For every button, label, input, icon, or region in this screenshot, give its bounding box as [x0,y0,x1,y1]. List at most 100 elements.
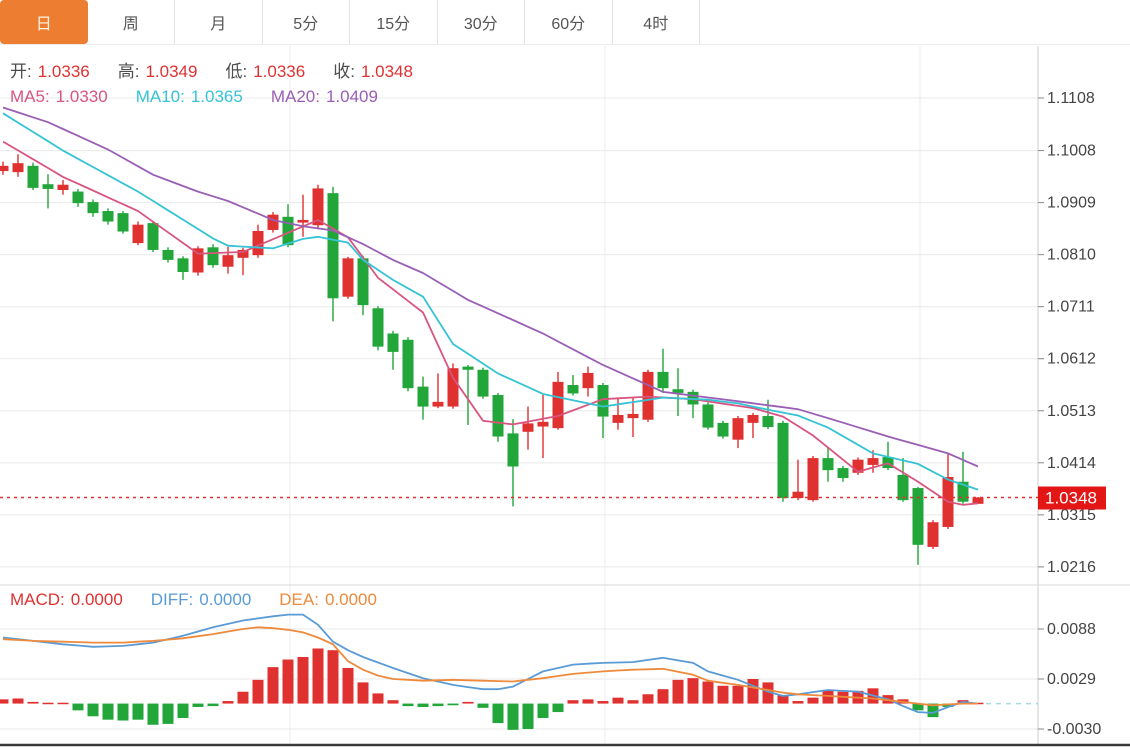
candle-body [703,404,714,427]
candle-body [748,415,759,423]
macd-bar [688,678,699,703]
candle-body [28,166,39,188]
price-axis-label: 1.0414 [1047,455,1096,472]
tab-timeframe-0[interactable]: 日 [0,0,88,44]
legend-label: MA10: [136,87,185,106]
tab-timeframe-3[interactable]: 5分 [263,0,351,44]
macd-bar [103,704,114,720]
tab-timeframe-4[interactable]: 15分 [350,0,438,44]
candle-body [508,433,519,466]
candle-body [148,223,159,250]
macd-bar [403,704,414,707]
legend-label: 高: [118,62,140,81]
legend-label: 收: [333,62,355,81]
legend-item: 收:1.0348 [333,62,419,81]
macd-bar [493,704,504,723]
macd-bar [73,704,84,711]
candle-body [808,458,819,500]
candle-body [868,458,879,465]
candle-body [778,423,789,498]
price-axis: 1.11081.10081.09091.08101.07111.06121.05… [1038,90,1101,738]
legend-value: 1.0336 [38,62,90,81]
macd-bar [43,703,54,705]
legend-item: DIFF:0.0000 [151,590,258,609]
macd-bar [178,704,189,718]
ma5-line [3,142,978,505]
macd-bar [388,700,399,703]
candle-body [88,202,99,213]
candle-body [373,308,384,346]
candle-body [433,402,444,407]
price-axis-label: 1.0711 [1047,299,1095,316]
candle-body [838,468,849,478]
macd-bar [418,704,429,707]
candle-body [568,385,579,393]
macd-bar [508,704,519,730]
candle-body [658,372,669,388]
macd-bar [808,698,819,704]
legend-item: MA20:1.0409 [271,87,384,106]
legend-label: MACD: [10,590,65,609]
legend-item: MA5:1.0330 [10,87,114,106]
macd-bar [478,704,489,708]
macd-bar [223,701,234,704]
candle-body [448,368,459,406]
candle-body [913,488,924,545]
macd-bar [748,679,759,704]
macd-bar [733,686,744,704]
ma-legend: MA5:1.0330 MA10: 1.0365 MA20:1.0409 [10,87,406,107]
macd-bar [343,668,354,704]
macd-bar [13,698,24,703]
macd-axis-label: -0.0030 [1047,721,1101,738]
legend-item: DEA: 0.0000 [279,590,383,609]
legend-item: MA10: 1.0365 [136,87,249,106]
legend-label: DEA: [279,590,319,609]
legend-item: MACD:0.0000 [10,590,129,609]
tab-timeframe-5[interactable]: 30分 [438,0,526,44]
macd-bar [253,680,264,704]
legend-value: 1.0365 [191,87,243,106]
legend-value: 1.0409 [326,87,378,106]
price-axis-label: 1.0612 [1047,351,1096,368]
candle-body [298,220,309,223]
price-axis-label: 1.1108 [1047,90,1095,107]
tab-timeframe-1[interactable]: 周 [88,0,176,44]
candle-body [328,193,339,298]
macd-bar [613,698,624,704]
tab-timeframe-2[interactable]: 月 [175,0,263,44]
kline-chart-app: 日周月5分15分30分60分4时 开:1.0336高:1.0349低:1.033… [0,0,1130,747]
current-price-text: 1.0348 [1045,489,1097,508]
candle-body [463,367,474,370]
candle-body [208,247,219,265]
legend-value: 0.0000 [325,590,377,609]
macd-bar [163,704,174,724]
candle-body [343,258,354,296]
candlestick-chart[interactable]: 1.11081.10081.09091.08101.07111.06121.05… [0,0,1130,747]
candles-layer [0,154,984,565]
macd-bar [643,694,654,703]
candle-body [133,225,144,243]
macd-bar [358,682,369,703]
tab-timeframe-7[interactable]: 4时 [613,0,701,44]
macd-bar [463,702,474,704]
macd-bar [328,650,339,703]
macd-bar [133,704,144,720]
macd-bar [568,700,579,703]
price-axis-label: 1.0216 [1047,559,1096,576]
timeframe-tabbar: 日周月5分15分30分60分4时 [0,0,1130,45]
macd-bar [118,704,129,721]
legend-label: 低: [225,62,247,81]
macd-bar [433,704,444,707]
legend-value: 1.0336 [253,62,305,81]
ohlc-legend: 开:1.0336高:1.0349低:1.0336收:1.0348 [10,57,441,82]
macd-axis-label: 0.0088 [1047,621,1096,638]
ma10-line [3,113,978,489]
macd-bar [703,682,714,704]
candle-body [898,475,909,500]
candle-body [358,258,369,305]
candle-body [388,334,399,352]
tab-timeframe-6[interactable]: 60分 [525,0,613,44]
legend-value: 1.0330 [56,87,108,106]
legend-item: 开:1.0336 [10,62,96,81]
legend-item: 低: 1.0336 [225,62,311,81]
